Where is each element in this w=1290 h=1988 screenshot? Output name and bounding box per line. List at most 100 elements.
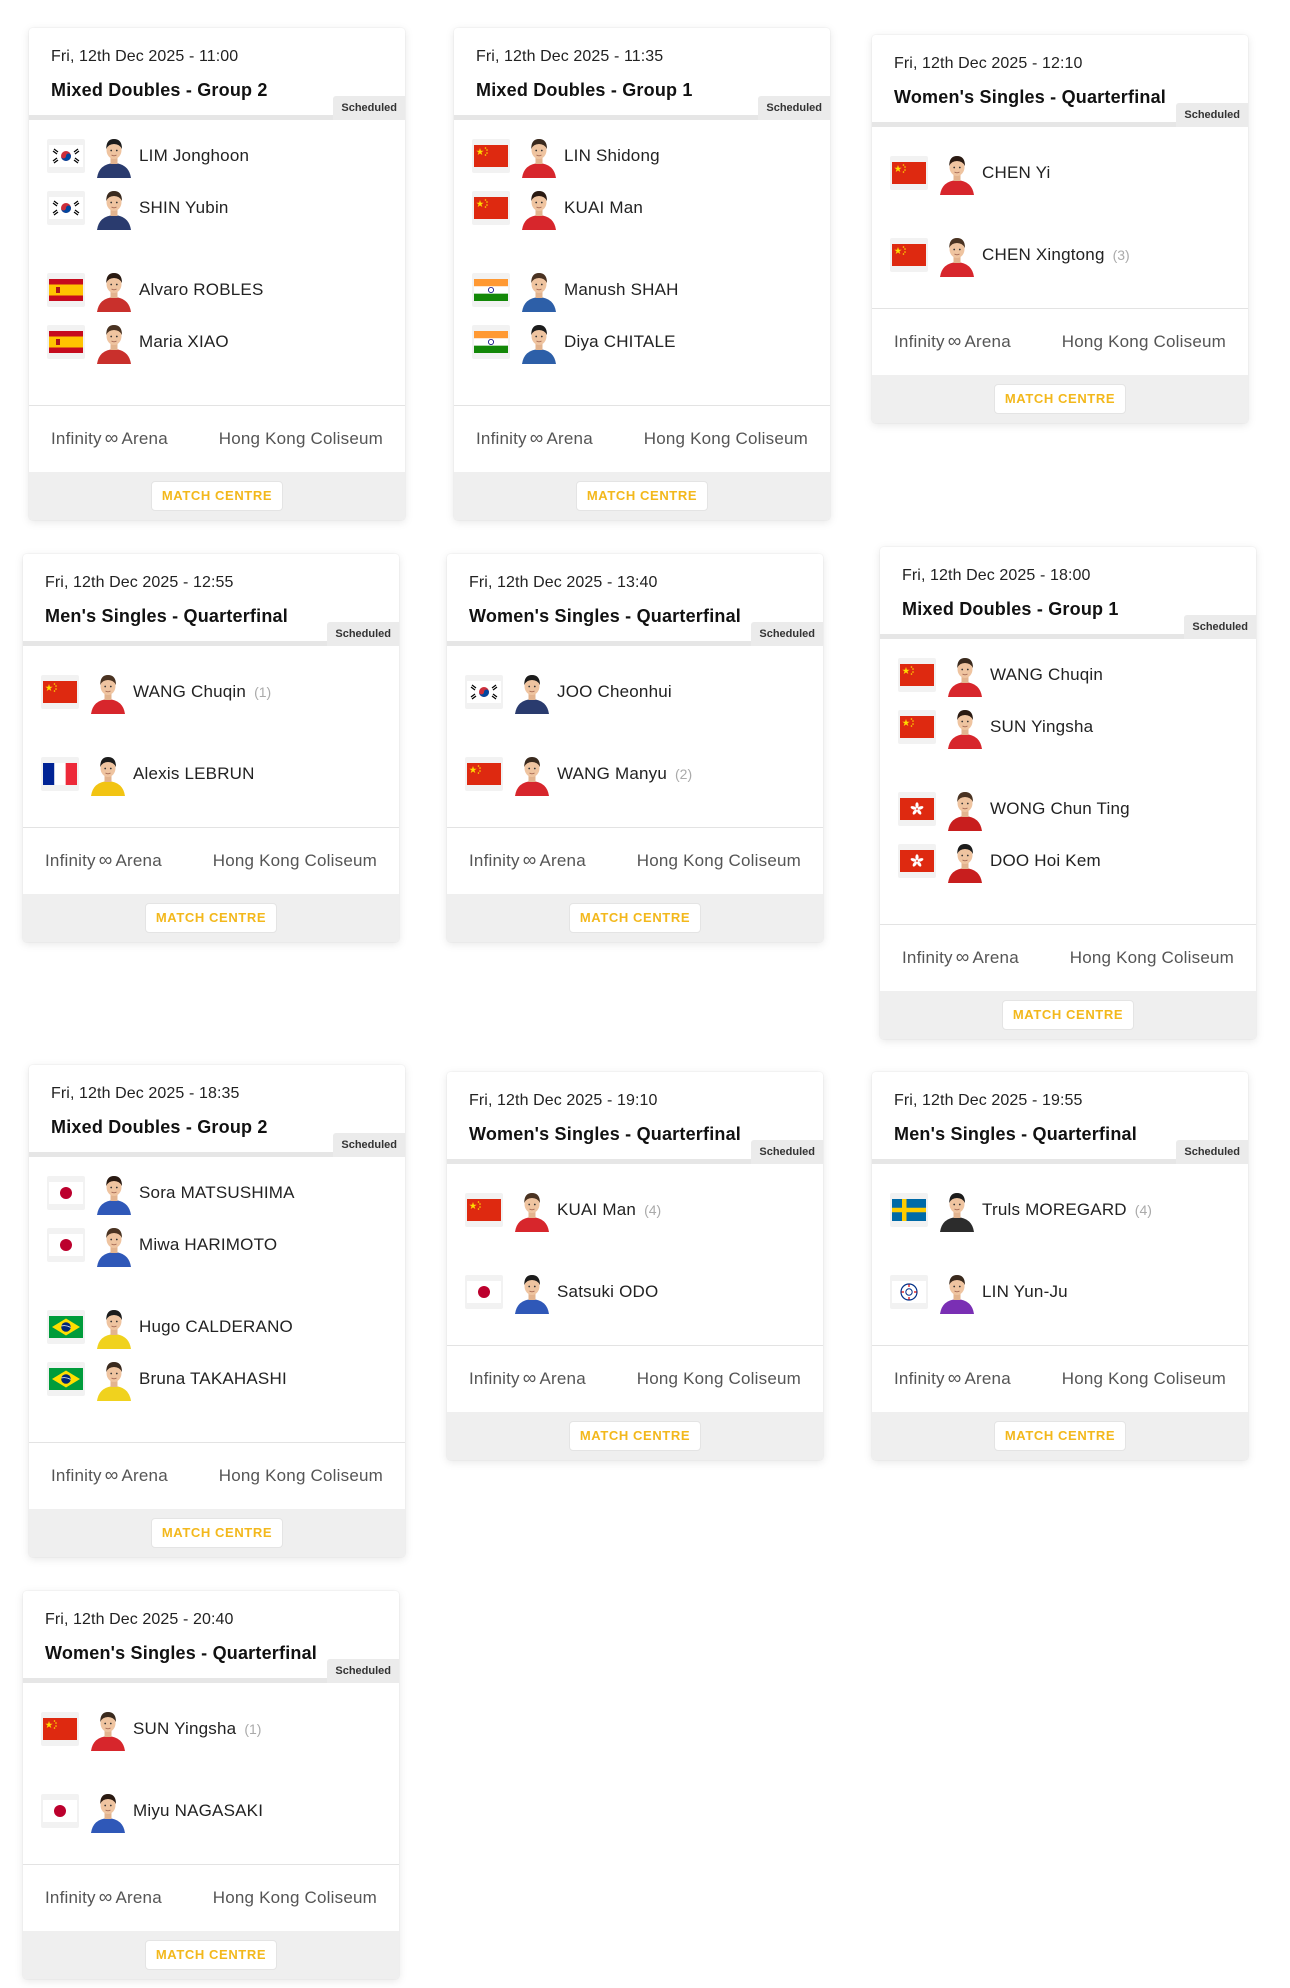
player-row[interactable]: Hugo CALDERANO xyxy=(47,1303,293,1351)
player-name[interactable]: Maria XIAO xyxy=(139,332,229,352)
player-row[interactable]: Diya CHITALE xyxy=(472,318,676,366)
player-row[interactable]: Satsuki ODO xyxy=(465,1268,658,1316)
venue-row: Infinity ∞ Arena Hong Kong Coliseum xyxy=(23,828,399,894)
player-row[interactable]: WANG Chuqin (1) xyxy=(41,668,271,716)
player-row[interactable]: Maria XIAO xyxy=(47,318,229,366)
match-centre-button[interactable]: MATCH CENTRE xyxy=(575,481,709,511)
player-row[interactable]: WANG Chuqin xyxy=(898,651,1103,699)
match-centre-button[interactable]: MATCH CENTRE xyxy=(150,481,284,511)
country-flag-icon xyxy=(47,1228,85,1262)
player-row[interactable]: KUAI Man xyxy=(472,184,643,232)
player-row[interactable]: Alexis LEBRUN xyxy=(41,750,255,798)
match-card[interactable]: Fri, 12th Dec 2025 - 18:00 Mixed Doubles … xyxy=(880,547,1256,1039)
match-datetime: Fri, 12th Dec 2025 - 12:55 xyxy=(45,574,234,591)
player-name[interactable]: Manush SHAH xyxy=(564,280,679,300)
player-name[interactable]: SHIN Yubin xyxy=(139,198,229,218)
player-row[interactable]: Bruna TAKAHASHI xyxy=(47,1355,287,1403)
player-avatar xyxy=(944,705,990,749)
match-card[interactable]: Fri, 12th Dec 2025 - 12:55 Men's Singles … xyxy=(23,554,399,942)
player-name[interactable]: Diya CHITALE xyxy=(564,332,676,352)
match-header: Fri, 12th Dec 2025 - 11:00 Mixed Doubles … xyxy=(29,28,405,120)
player-name[interactable]: CHEN Yi xyxy=(982,163,1050,183)
match-card[interactable]: Fri, 12th Dec 2025 - 13:40 Women's Single… xyxy=(447,554,823,942)
player-row[interactable]: Manush SHAH xyxy=(472,266,679,314)
player-name[interactable]: Miyu NAGASAKI xyxy=(133,1801,263,1821)
player-name[interactable]: Miwa HARIMOTO xyxy=(139,1235,277,1255)
player-row[interactable]: JOO Cheonhui xyxy=(465,668,672,716)
arena-name-prefix: Infinity xyxy=(476,429,527,448)
player-name[interactable]: JOO Cheonhui xyxy=(557,682,672,702)
match-card[interactable]: Fri, 12th Dec 2025 - 11:35 Mixed Doubles … xyxy=(454,28,830,520)
match-footer: MATCH CENTRE xyxy=(872,375,1248,423)
player-avatar xyxy=(936,233,982,277)
match-centre-button[interactable]: MATCH CENTRE xyxy=(568,1421,702,1451)
player-row[interactable]: CHEN Yi xyxy=(890,149,1050,197)
match-centre-button[interactable]: MATCH CENTRE xyxy=(993,1421,1127,1451)
player-name[interactable]: Hugo CALDERANO xyxy=(139,1317,293,1337)
venue-name: Hong Kong Coliseum xyxy=(212,851,377,870)
player-name[interactable]: DOO Hoi Kem xyxy=(990,851,1101,871)
match-card[interactable]: Fri, 12th Dec 2025 - 11:00 Mixed Doubles … xyxy=(29,28,405,520)
player-row[interactable]: LIN Yun-Ju xyxy=(890,1268,1068,1316)
match-centre-button[interactable]: MATCH CENTRE xyxy=(150,1518,284,1548)
players-list: JOO Cheonhui WANG Manyu (2) xyxy=(447,646,823,828)
player-name[interactable]: Bruna TAKAHASHI xyxy=(139,1369,287,1389)
arena-name: Infinity ∞ Arena xyxy=(894,331,1011,353)
player-row[interactable]: KUAI Man (4) xyxy=(465,1186,661,1234)
player-row[interactable]: DOO Hoi Kem xyxy=(898,837,1101,885)
arena-name-prefix: Infinity xyxy=(51,429,102,448)
player-row[interactable]: Miwa HARIMOTO xyxy=(47,1221,277,1269)
player-row[interactable]: Alvaro ROBLES xyxy=(47,266,263,314)
player-row[interactable]: WANG Manyu (2) xyxy=(465,750,692,798)
match-centre-button[interactable]: MATCH CENTRE xyxy=(993,384,1127,414)
match-centre-button[interactable]: MATCH CENTRE xyxy=(144,903,278,933)
player-row[interactable]: WONG Chun Ting xyxy=(898,785,1130,833)
player-name[interactable]: Sora MATSUSHIMA xyxy=(139,1183,295,1203)
player-row[interactable]: CHEN Xingtong (3) xyxy=(890,231,1130,279)
player-name[interactable]: Alexis LEBRUN xyxy=(133,764,255,784)
status-badge: Scheduled xyxy=(751,622,823,646)
player-row[interactable]: Miyu NAGASAKI xyxy=(41,1787,263,1835)
player-name[interactable]: SUN Yingsha xyxy=(990,717,1093,737)
match-card[interactable]: Fri, 12th Dec 2025 - 18:35 Mixed Doubles … xyxy=(29,1065,405,1557)
status-badge: Scheduled xyxy=(333,1133,405,1157)
player-name[interactable]: Satsuki ODO xyxy=(557,1282,658,1302)
player-name[interactable]: LIM Jonghoon xyxy=(139,146,249,166)
match-datetime: Fri, 12th Dec 2025 - 11:35 xyxy=(476,48,664,65)
country-flag-icon xyxy=(41,1712,79,1746)
match-datetime: Fri, 12th Dec 2025 - 18:00 xyxy=(902,567,1091,584)
arena-name-prefix: Infinity xyxy=(469,851,520,870)
match-card[interactable]: Fri, 12th Dec 2025 - 20:40 Women's Single… xyxy=(23,1591,399,1979)
players-list: CHEN Yi CHEN Xingtong (3) xyxy=(872,127,1248,309)
match-header: Fri, 12th Dec 2025 - 19:55 Men's Singles … xyxy=(872,1072,1248,1164)
player-row[interactable]: Sora MATSUSHIMA xyxy=(47,1169,295,1217)
player-name[interactable]: WANG Manyu xyxy=(557,764,667,784)
player-name[interactable]: LIN Shidong xyxy=(564,146,660,166)
infinity-icon: ∞ xyxy=(955,947,970,968)
match-centre-button[interactable]: MATCH CENTRE xyxy=(1001,1000,1135,1030)
player-row[interactable]: LIM Jonghoon xyxy=(47,132,249,180)
player-row[interactable]: Truls MOREGARD (4) xyxy=(890,1186,1152,1234)
player-name[interactable]: Alvaro ROBLES xyxy=(139,280,263,300)
player-name[interactable]: CHEN Xingtong xyxy=(982,245,1105,265)
player-name[interactable]: Truls MOREGARD xyxy=(982,1200,1127,1220)
player-row[interactable]: SUN Yingsha (1) xyxy=(41,1705,261,1753)
player-row[interactable]: SUN Yingsha xyxy=(898,703,1093,751)
player-name[interactable]: SUN Yingsha xyxy=(133,1719,236,1739)
player-name[interactable]: LIN Yun-Ju xyxy=(982,1282,1068,1302)
player-name[interactable]: WANG Chuqin xyxy=(133,682,246,702)
match-card[interactable]: Fri, 12th Dec 2025 - 19:10 Women's Single… xyxy=(447,1072,823,1460)
player-name[interactable]: KUAI Man xyxy=(564,198,643,218)
match-centre-button[interactable]: MATCH CENTRE xyxy=(144,1940,278,1970)
match-card[interactable]: Fri, 12th Dec 2025 - 19:55 Men's Singles … xyxy=(872,1072,1248,1460)
player-name[interactable]: KUAI Man xyxy=(557,1200,636,1220)
match-centre-button[interactable]: MATCH CENTRE xyxy=(568,903,702,933)
match-card[interactable]: Fri, 12th Dec 2025 - 12:10 Women's Single… xyxy=(872,35,1248,423)
player-name[interactable]: WANG Chuqin xyxy=(990,665,1103,685)
arena-name-prefix: Infinity xyxy=(45,851,96,870)
player-row[interactable]: SHIN Yubin xyxy=(47,184,229,232)
venue-name: Hong Kong Coliseum xyxy=(218,1466,383,1485)
country-flag-icon xyxy=(41,757,79,791)
player-name[interactable]: WONG Chun Ting xyxy=(990,799,1130,819)
player-row[interactable]: LIN Shidong xyxy=(472,132,660,180)
